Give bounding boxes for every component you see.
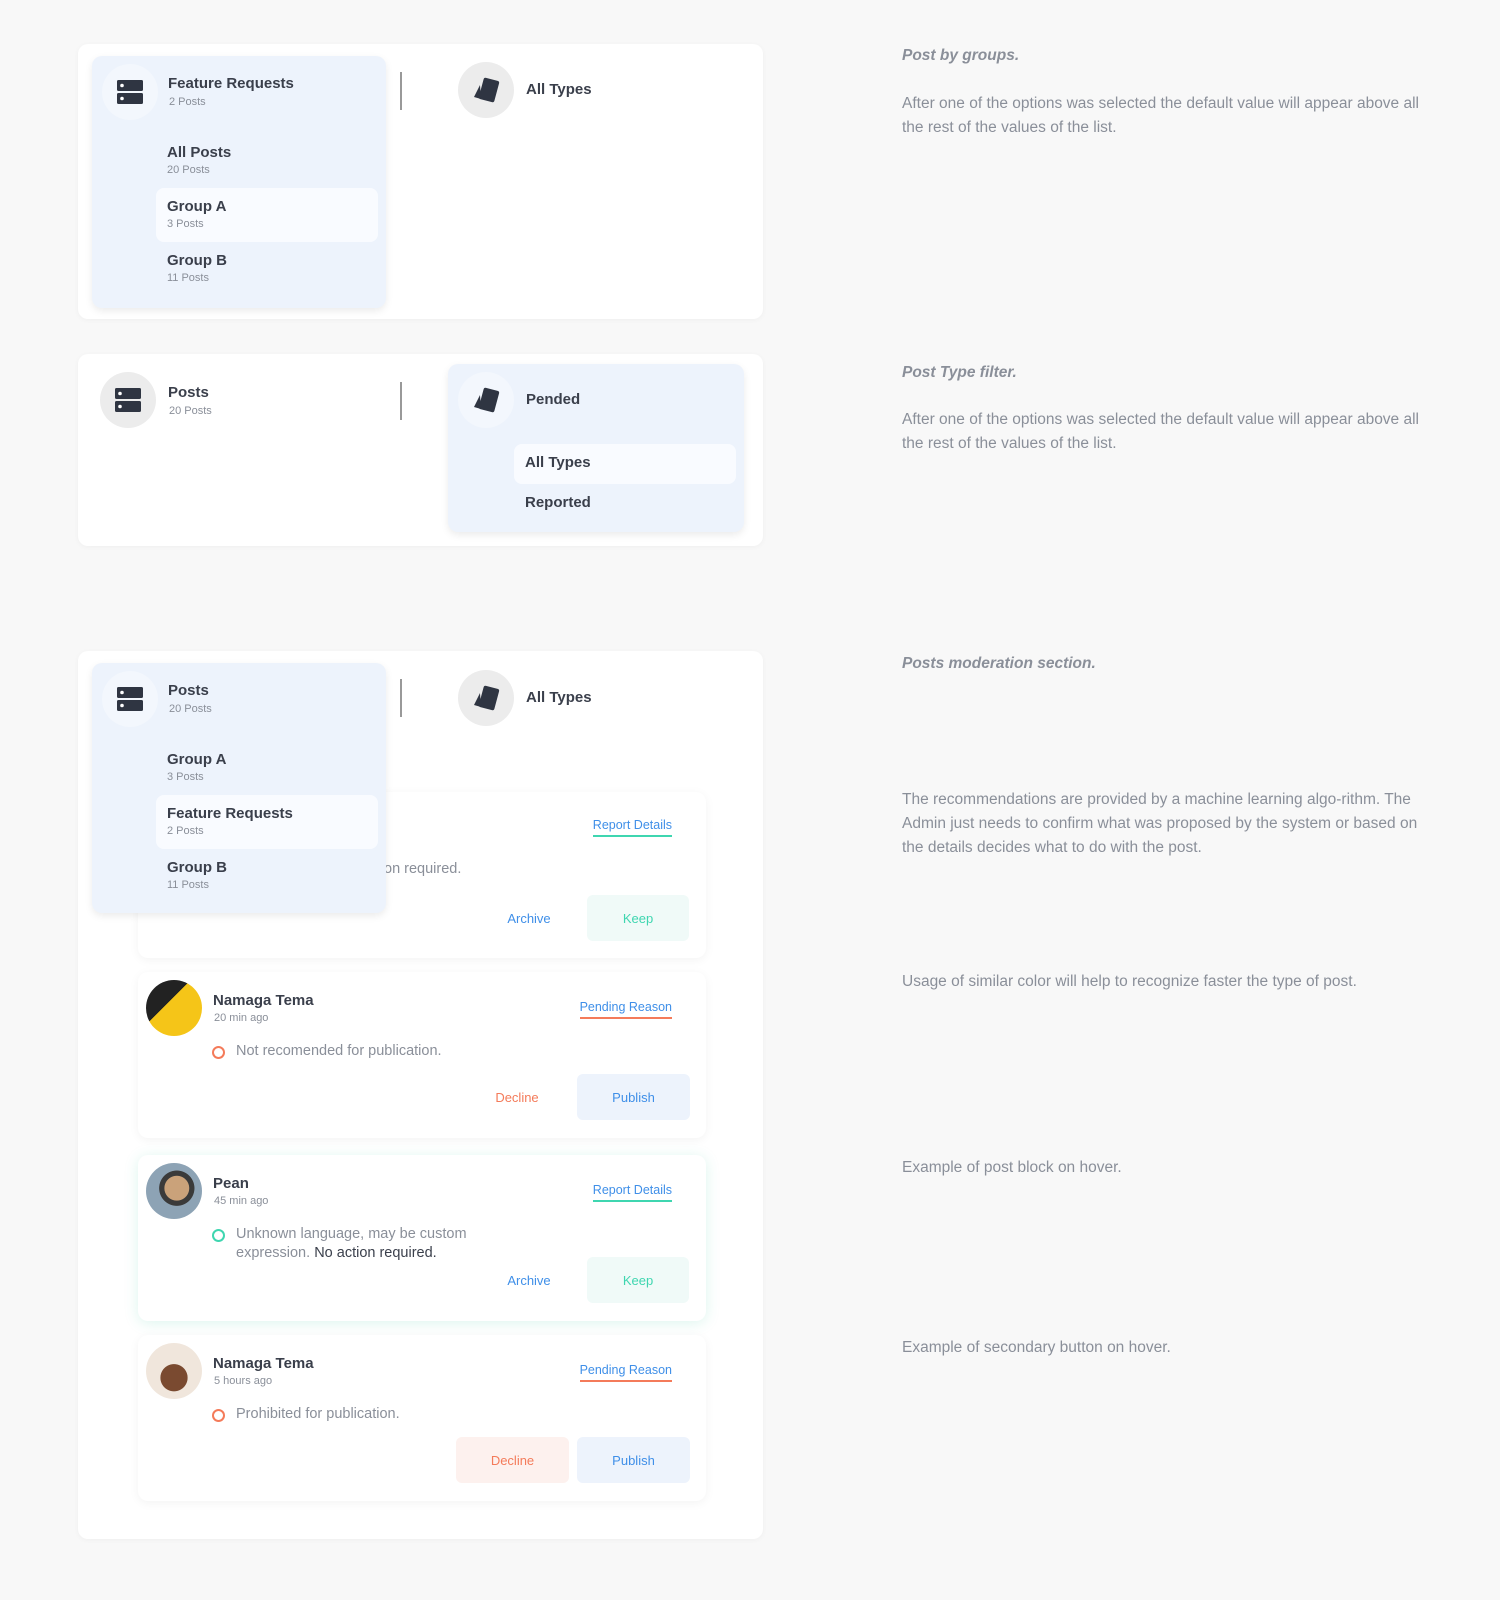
group-option-group-a[interactable]: Group A 3 Posts [156, 188, 378, 242]
report-details-link[interactable]: Report Details [592, 1183, 672, 1202]
divider [400, 679, 402, 717]
message-strong: No action required. [314, 1245, 437, 1261]
author-name: Namaga Tema [213, 992, 314, 1009]
option-label: All Types [525, 454, 591, 471]
group-dropdown[interactable]: Feature Requests 2 Posts All Posts 20 Pos… [92, 56, 386, 308]
server-icon [115, 388, 141, 412]
group-selected-count: 2 Posts [169, 96, 206, 108]
server-icon [117, 687, 143, 711]
type-icon-circle[interactable] [458, 670, 514, 726]
avatar [146, 980, 202, 1036]
post-time: 45 min ago [214, 1195, 269, 1207]
post-message: Prohibited for publication. [236, 1406, 400, 1422]
group-selected-title[interactable]: Posts [168, 384, 209, 401]
group-selected-title: Feature Requests [168, 75, 294, 92]
group-option-group-b[interactable]: Group B 11 Posts [156, 849, 378, 903]
group-option-group-b[interactable]: Group B 11 Posts [156, 242, 378, 296]
option-label: All Posts [167, 144, 232, 161]
post-card[interactable]: Namaga Tema 5 hours ago Pending Reason P… [138, 1335, 706, 1501]
status-ring-icon [212, 1229, 225, 1242]
option-count: 3 Posts [167, 771, 204, 783]
type-dropdown[interactable]: Pended All Types Reported [448, 364, 744, 532]
type-selected-label[interactable]: All Types [526, 81, 592, 98]
avatar [146, 1343, 202, 1399]
option-count: 3 Posts [167, 218, 204, 230]
note-body: Example of secondary button on hover. [902, 1339, 1171, 1356]
group-dropdown[interactable]: Posts 20 Posts Group A 3 Posts Feature Re… [92, 663, 386, 913]
note-body: Example of post block on hover. [902, 1159, 1122, 1176]
group-selected-title: Posts [168, 682, 209, 699]
group-icon-circle [102, 64, 158, 120]
decline-button[interactable]: Decline [472, 1074, 562, 1120]
author-name: Namaga Tema [213, 1355, 314, 1372]
note-body: After one of the options was selected th… [902, 95, 1419, 136]
type-icon-circle[interactable] [458, 62, 514, 118]
option-label: Group B [167, 252, 227, 269]
type-icon-circle [458, 372, 514, 428]
decline-button-hover[interactable]: Decline [456, 1437, 569, 1483]
author-name: Pean [213, 1175, 249, 1192]
option-label: Group B [167, 859, 227, 876]
cards-icon [474, 77, 500, 103]
note-title: Post Type filter. [902, 364, 1017, 381]
keep-button[interactable]: Keep [587, 895, 689, 941]
server-icon [117, 80, 143, 104]
post-message: Not recomended for publication. [236, 1043, 442, 1059]
cards-icon [474, 387, 500, 413]
option-count: 11 Posts [167, 879, 209, 891]
post-card-hover[interactable]: Pean 45 min ago Report Details Unknown l… [138, 1155, 706, 1321]
option-count: 2 Posts [167, 825, 204, 837]
group-selected-count: 20 Posts [169, 405, 212, 417]
option-label: Group A [167, 751, 227, 768]
group-option-feature-requests[interactable]: Feature Requests 2 Posts [156, 795, 378, 849]
groups-filter-card: Feature Requests 2 Posts All Posts 20 Pos… [78, 44, 763, 319]
note-body: Usage of similar color will help to reco… [902, 973, 1357, 990]
group-option-group-a[interactable]: Group A 3 Posts [156, 741, 378, 795]
group-option-all-posts[interactable]: All Posts 20 Posts [156, 134, 378, 188]
group-icon-circle[interactable] [100, 372, 156, 428]
archive-button[interactable]: Archive [484, 1257, 574, 1303]
option-label: Group A [167, 198, 227, 215]
archive-button[interactable]: Archive [484, 895, 574, 941]
group-selected-count: 20 Posts [169, 703, 212, 715]
cards-icon [474, 685, 500, 711]
pending-reason-link[interactable]: Pending Reason [579, 1000, 672, 1019]
note-body: The recommendations are provided by a ma… [902, 791, 1418, 856]
publish-button[interactable]: Publish [577, 1074, 690, 1120]
group-icon-circle [102, 671, 158, 727]
status-ring-icon [212, 1046, 225, 1059]
type-option-all-types[interactable]: All Types [514, 444, 736, 484]
status-ring-icon [212, 1409, 225, 1422]
post-time: 5 hours ago [214, 1375, 273, 1387]
report-details-link[interactable]: Report Details [592, 818, 672, 837]
type-option-reported[interactable]: Reported [514, 484, 736, 524]
avatar [146, 1163, 202, 1219]
type-selected-label[interactable]: All Types [526, 689, 592, 706]
publish-button[interactable]: Publish [577, 1437, 690, 1483]
option-count: 20 Posts [167, 164, 210, 176]
keep-button[interactable]: Keep [587, 1257, 689, 1303]
post-message: on required. [384, 861, 462, 877]
type-filter-card: Posts 20 Posts Pended All Types Reported [78, 354, 763, 546]
option-count: 11 Posts [167, 272, 209, 284]
note-body: After one of the options was selected th… [902, 411, 1419, 452]
divider [400, 72, 402, 110]
pending-reason-link[interactable]: Pending Reason [579, 1363, 672, 1382]
option-label: Feature Requests [167, 805, 293, 822]
post-time: 20 min ago [214, 1012, 269, 1024]
post-card[interactable]: Namaga Tema 20 min ago Pending Reason No… [138, 972, 706, 1138]
type-selected-label: Pended [526, 391, 581, 408]
divider [400, 382, 402, 420]
note-title: Posts moderation section. [902, 655, 1096, 672]
option-label: Reported [525, 494, 591, 511]
note-title: Post by groups. [902, 47, 1020, 64]
